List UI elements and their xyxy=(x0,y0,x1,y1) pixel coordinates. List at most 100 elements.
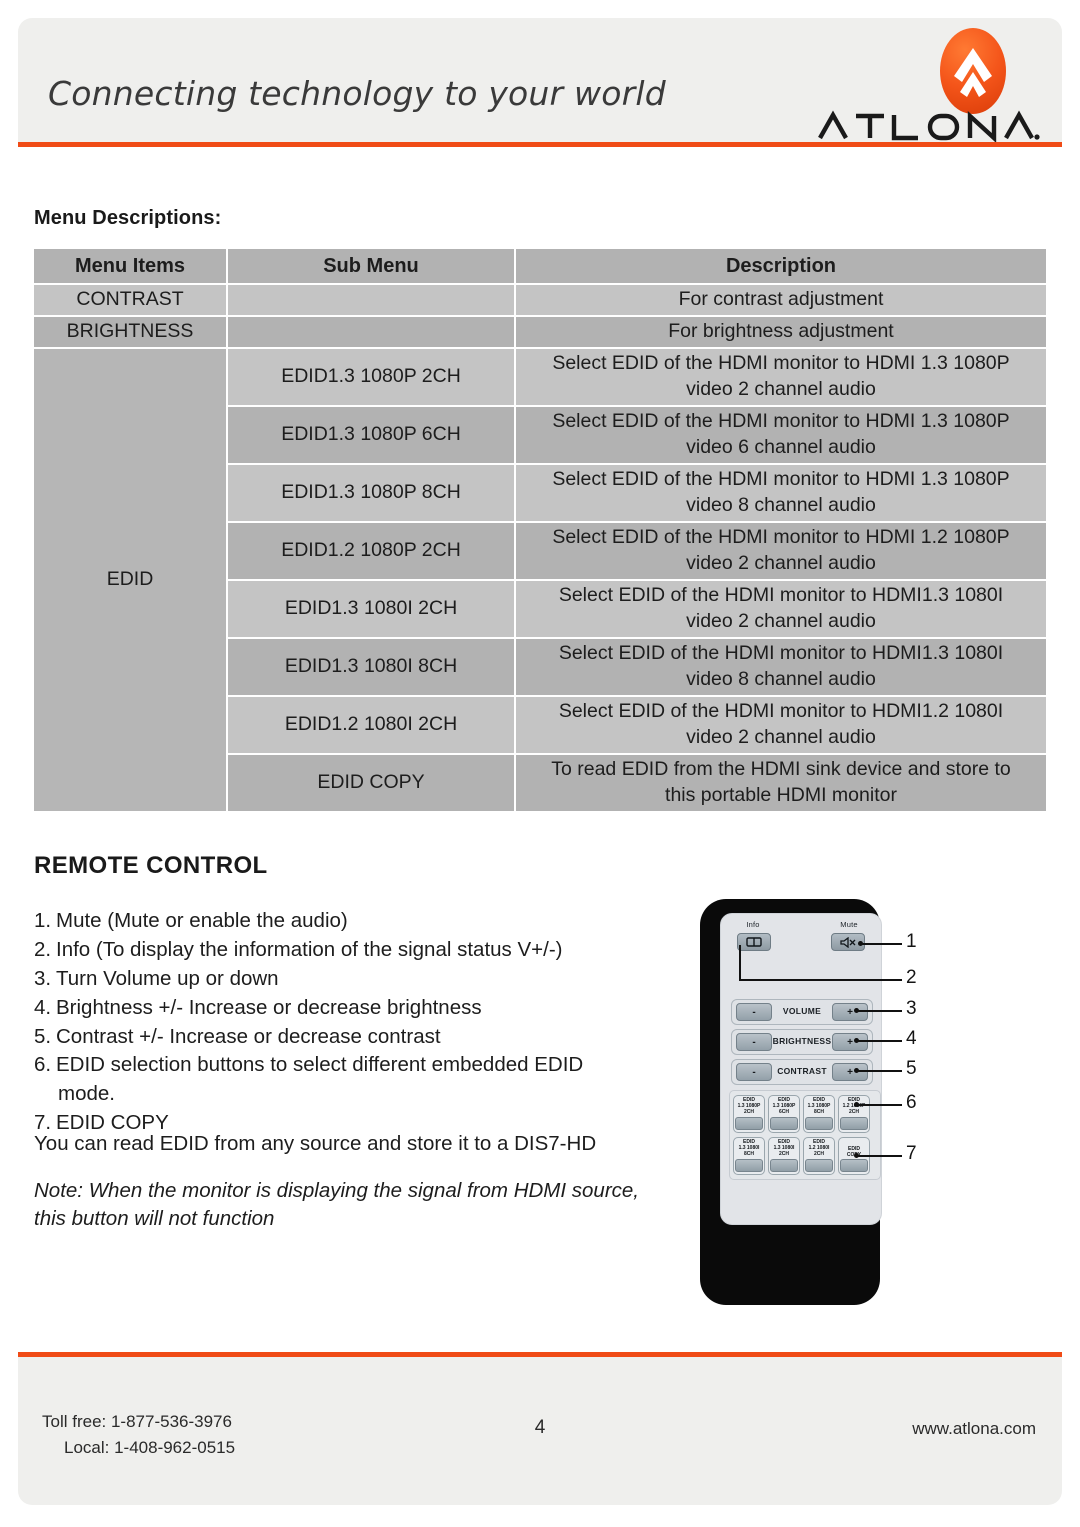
menu-descriptions-table: Menu Items Sub Menu Description CONTRAST… xyxy=(32,247,1048,813)
description-line-1: Select EDID of the HDMI monitor to HDMI … xyxy=(552,410,1010,433)
remote-body: Info Mute - VOLUME + - BRIGHTNESS + - CO… xyxy=(700,899,882,1305)
list-item-label: Brightness +/- Increase or decrease brig… xyxy=(56,995,482,1019)
cell-menu-item: CONTRAST xyxy=(34,285,226,315)
volume-plus-button[interactable]: + xyxy=(832,1003,868,1021)
brand-lockup xyxy=(814,24,1044,160)
edid-button-pad xyxy=(770,1117,798,1130)
split-screen-icon xyxy=(746,937,762,947)
callout-number-7: 7 xyxy=(906,1143,917,1164)
remote-paragraph: You can read EDID from any source and st… xyxy=(34,1132,597,1155)
list-item: 2. Info (To display the information of th… xyxy=(34,936,644,965)
cell-description: For contrast adjustment xyxy=(516,285,1046,315)
cell-description: Select EDID of the HDMI monitor to HDMI1… xyxy=(516,581,1046,637)
list-item-label: Turn Volume up or down xyxy=(56,966,279,990)
table-header-row: Menu Items Sub Menu Description xyxy=(34,249,1046,283)
cell-description: Select EDID of the HDMI monitor to HDMI1… xyxy=(516,697,1046,753)
edid-button[interactable]: EDID 1.3 1080P 8CH xyxy=(803,1095,835,1133)
callout-leader-5 xyxy=(856,1070,902,1072)
description-line-2: video 8 channel audio xyxy=(686,494,876,516)
callout-number-4: 4 xyxy=(906,1028,917,1049)
cell-sub-menu: EDID1.2 1080P 2CH xyxy=(228,523,514,579)
callout-leader-1 xyxy=(860,943,902,945)
list-item-number: 2. xyxy=(34,937,52,961)
info-button[interactable] xyxy=(737,933,771,951)
list-item-number: 5. xyxy=(34,1024,52,1048)
cell-sub-menu: EDID COPY xyxy=(228,755,514,811)
list-item: 3. Turn Volume up or down xyxy=(34,965,644,994)
description-line-1: Select EDID of the HDMI monitor to HDMI … xyxy=(552,468,1010,491)
cell-description: Select EDID of the HDMI monitor to HDMI … xyxy=(516,349,1046,405)
description-line-2: video 6 channel audio xyxy=(686,436,876,458)
cell-description: Select EDID of the HDMI monitor to HDMI … xyxy=(516,465,1046,521)
cell-sub-menu: EDID1.3 1080I 2CH xyxy=(228,581,514,637)
callout-leader-6 xyxy=(856,1104,902,1106)
edid-button-pad xyxy=(840,1117,868,1130)
cell-description: Select EDID of the HDMI monitor to HDMI … xyxy=(516,407,1046,463)
cell-description: To read EDID from the HDMI sink device a… xyxy=(516,755,1046,811)
edid-button[interactable]: EDID 1.2 1080I 2CH xyxy=(803,1137,835,1175)
edid-button-pad xyxy=(805,1159,833,1172)
list-item-label: Contrast +/- Increase or decrease contra… xyxy=(56,1024,441,1048)
list-item: 1. Mute (Mute or enable the audio) xyxy=(34,907,644,936)
cell-sub-menu: EDID1.3 1080P 2CH xyxy=(228,349,514,405)
list-item: 5. Contrast +/- Increase or decrease cont… xyxy=(34,1023,644,1052)
callout-number-3: 3 xyxy=(906,998,917,1019)
edid-button[interactable]: EDID 1.3 1080P 2CH xyxy=(733,1095,765,1133)
table-row: CONTRAST For contrast adjustment xyxy=(34,285,1046,315)
callout-number-2: 2 xyxy=(906,967,917,988)
edid-button-pad xyxy=(805,1117,833,1130)
contrast-plus-button[interactable]: + xyxy=(832,1063,868,1081)
description-line-2: video 2 channel audio xyxy=(686,610,876,632)
remote-control-steps: 1. Mute (Mute or enable the audio) 2. Info… xyxy=(34,907,644,1138)
list-item-number: 3. xyxy=(34,966,52,990)
column-header-description: Description xyxy=(516,249,1046,283)
atlona-wordmark xyxy=(814,108,1044,142)
column-header-menu-items: Menu Items xyxy=(34,249,226,283)
callout-number-5: 5 xyxy=(906,1058,917,1079)
edid-button[interactable]: EDID 1.2 1080P 2CH xyxy=(838,1095,870,1133)
info-button-label: Info xyxy=(746,920,760,929)
table-body: CONTRAST For contrast adjustment BRIGHTN… xyxy=(34,285,1046,811)
cell-description: For brightness adjustment xyxy=(516,317,1046,347)
column-header-sub-menu: Sub Menu xyxy=(228,249,514,283)
list-item-number: 4. xyxy=(34,995,52,1019)
header-panel: Connecting technology to your world xyxy=(18,18,1062,142)
callout-leader-3 xyxy=(856,1010,902,1012)
list-item-number: 1. xyxy=(34,909,52,932)
cell-sub-menu: EDID1.3 1080P 6CH xyxy=(228,407,514,463)
callout-leader-2 xyxy=(739,979,902,981)
footer-website: www.atlona.com xyxy=(912,1419,1036,1438)
header-tagline: Connecting technology to your world xyxy=(48,74,666,113)
cell-sub-menu: EDID1.2 1080I 2CH xyxy=(228,697,514,753)
edid-button-line3: 2CH xyxy=(778,1150,789,1157)
edid-button-line3: 2CH xyxy=(848,1108,859,1115)
description-line-2: this portable HDMI monitor xyxy=(665,784,897,806)
remote-note: Note: When the monitor is displaying the… xyxy=(34,1179,640,1231)
list-item-label: Mute (Mute or enable the audio) xyxy=(56,909,348,932)
edid-button-line3: 8CH xyxy=(813,1108,824,1115)
cell-sub-menu: EDID1.3 1080I 8CH xyxy=(228,639,514,695)
description-line-1: Select EDID of the HDMI monitor to HDMI … xyxy=(552,526,1010,549)
list-item-label: EDID selection buttons to select differe… xyxy=(56,1053,584,1077)
callout-number-6: 6 xyxy=(906,1092,917,1113)
contrast-row: - CONTRAST + xyxy=(731,1059,873,1085)
description-line-1: Select EDID of the HDMI monitor to HDMI1… xyxy=(558,700,1004,723)
edid-button[interactable]: EDID 1.3 1080I 2CH xyxy=(768,1137,800,1175)
cell-menu-item-edid: EDID xyxy=(34,349,226,811)
page-number: 4 xyxy=(534,1417,546,1438)
callout-leader-4 xyxy=(856,1040,902,1042)
cell-description: Select EDID of the HDMI monitor to HDMI1… xyxy=(516,639,1046,695)
brightness-plus-button[interactable]: + xyxy=(832,1033,868,1051)
description-line-1: Select EDID of the HDMI monitor to HDMI1… xyxy=(558,584,1004,607)
edid-button[interactable]: EDID 1.3 1080I 8CH xyxy=(733,1137,765,1175)
cell-sub-menu xyxy=(228,317,514,347)
list-item: 4. Brightness +/- Increase or decrease br… xyxy=(34,994,644,1023)
edid-button-line3: 6CH xyxy=(778,1108,789,1115)
callout-leader-2-vertical xyxy=(739,945,741,979)
page-title: Menu Descriptions: xyxy=(34,207,222,229)
table-row: EDID EDID1.3 1080P 2CH Select EDID of th… xyxy=(34,349,1046,811)
edid-button[interactable]: EDID 1.3 1080P 6CH xyxy=(768,1095,800,1133)
edid-button-line3: 8CH xyxy=(743,1150,754,1157)
cell-sub-menu: EDID1.3 1080P 8CH xyxy=(228,465,514,521)
edid-button-line3: 2CH xyxy=(813,1150,824,1157)
